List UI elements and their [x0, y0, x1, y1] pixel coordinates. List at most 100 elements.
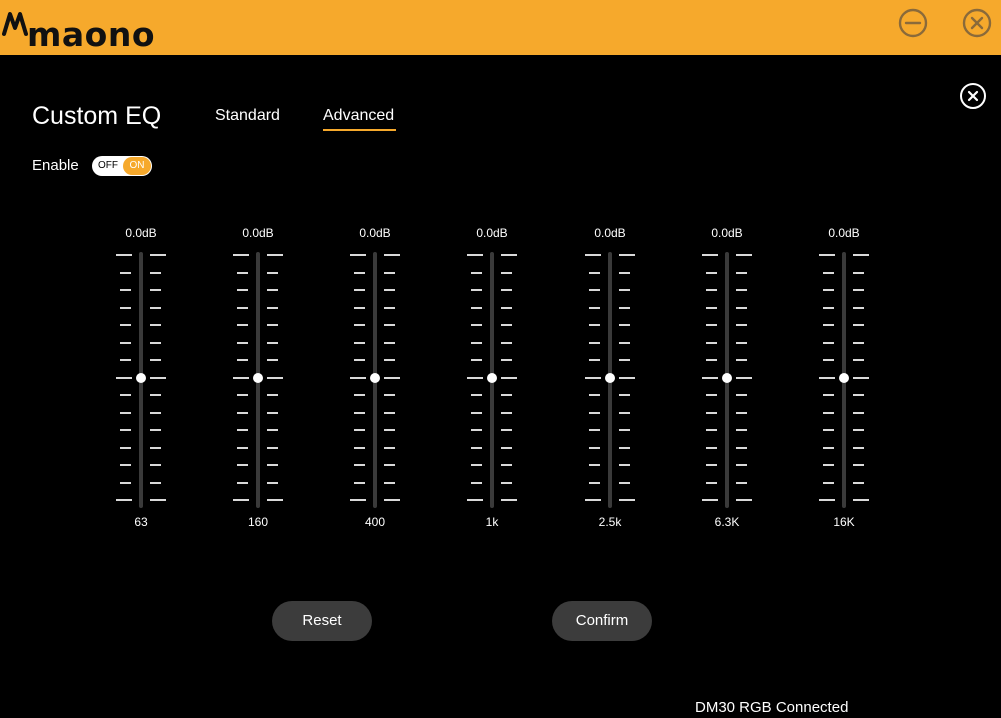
- eq-tick-mark: [619, 464, 630, 466]
- eq-band-16k: 0.0dB 16K: [804, 225, 884, 535]
- eq-slider-thumb[interactable]: [722, 373, 732, 383]
- eq-tick-mark: [150, 307, 161, 309]
- eq-tick-mark: [471, 394, 482, 396]
- eq-band-frequency: 16K: [833, 515, 855, 529]
- eq-slider[interactable]: [687, 252, 767, 510]
- eq-band-frequency: 6.3K: [714, 515, 740, 529]
- eq-tick-mark: [823, 359, 834, 361]
- eq-tick-mark: [819, 377, 835, 379]
- eq-slider[interactable]: [101, 252, 181, 510]
- eq-tick-mark: [354, 447, 365, 449]
- eq-tick-mark: [589, 464, 600, 466]
- eq-tick-mark: [116, 499, 132, 501]
- eq-tick-mark: [384, 342, 395, 344]
- eq-tick-mark: [501, 447, 512, 449]
- eq-slider-thumb[interactable]: [253, 373, 263, 383]
- eq-tick-mark: [736, 359, 747, 361]
- eq-tick-mark: [384, 377, 400, 379]
- eq-tick-mark: [585, 254, 601, 256]
- eq-tick-mark: [853, 359, 864, 361]
- eq-tick-mark: [853, 307, 864, 309]
- eq-slider-thumb[interactable]: [839, 373, 849, 383]
- eq-slider[interactable]: [218, 252, 298, 510]
- eq-tick-mark: [354, 464, 365, 466]
- eq-tick-mark: [350, 254, 366, 256]
- eq-slider[interactable]: [804, 252, 884, 510]
- eq-tick-mark: [823, 429, 834, 431]
- eq-tick-mark: [150, 377, 166, 379]
- eq-tick-mark: [619, 482, 630, 484]
- eq-tick-mark: [589, 482, 600, 484]
- eq-tick-mark: [267, 324, 278, 326]
- eq-band-value: 0.0dB: [242, 226, 274, 240]
- eq-tick-mark: [589, 429, 600, 431]
- eq-tick-mark: [823, 272, 834, 274]
- eq-slider-thumb[interactable]: [136, 373, 146, 383]
- eq-tick-mark: [589, 272, 600, 274]
- eq-tick-mark: [501, 254, 517, 256]
- eq-tick-mark: [267, 482, 278, 484]
- eq-tick-mark: [706, 394, 717, 396]
- eq-slider-thumb[interactable]: [487, 373, 497, 383]
- eq-tick-mark: [589, 447, 600, 449]
- eq-tick-mark: [736, 342, 747, 344]
- eq-tick-mark: [384, 412, 395, 414]
- eq-band-400: 0.0dB 400: [335, 225, 415, 535]
- eq-tick-mark: [736, 254, 752, 256]
- eq-tick-mark: [120, 447, 131, 449]
- eq-tick-mark: [619, 307, 630, 309]
- eq-tick-mark: [589, 342, 600, 344]
- eq-tick-mark: [501, 499, 517, 501]
- eq-tick-mark: [384, 482, 395, 484]
- eq-tick-mark: [120, 412, 131, 414]
- eq-tick-mark: [471, 307, 482, 309]
- eq-tick-mark: [150, 272, 161, 274]
- eq-slider-thumb[interactable]: [370, 373, 380, 383]
- eq-tick-mark: [589, 289, 600, 291]
- eq-tick-mark: [589, 359, 600, 361]
- eq-tick-mark: [619, 272, 630, 274]
- eq-tick-mark: [706, 342, 717, 344]
- confirm-button[interactable]: Confirm: [552, 601, 652, 641]
- eq-tick-mark: [267, 447, 278, 449]
- eq-band-value: 0.0dB: [476, 226, 508, 240]
- eq-tick-mark: [471, 447, 482, 449]
- eq-tick-mark: [384, 359, 395, 361]
- eq-tick-mark: [237, 307, 248, 309]
- eq-tick-mark: [501, 324, 512, 326]
- eq-tick-mark: [120, 429, 131, 431]
- eq-tick-mark: [501, 272, 512, 274]
- eq-band-2.5k: 0.0dB 2.5k: [570, 225, 650, 535]
- eq-tick-mark: [471, 324, 482, 326]
- eq-slider[interactable]: [570, 252, 650, 510]
- eq-band-value: 0.0dB: [828, 226, 860, 240]
- eq-tick-mark: [501, 359, 512, 361]
- eq-tick-mark: [702, 377, 718, 379]
- eq-tick-mark: [467, 377, 483, 379]
- eq-tick-mark: [589, 394, 600, 396]
- eq-tick-mark: [233, 377, 249, 379]
- eq-tick-mark: [150, 412, 161, 414]
- eq-band-frequency: 2.5k: [598, 515, 622, 529]
- eq-slider-thumb[interactable]: [605, 373, 615, 383]
- eq-tick-mark: [150, 447, 161, 449]
- eq-slider[interactable]: [335, 252, 415, 510]
- eq-tick-mark: [853, 394, 864, 396]
- eq-band-63: 0.0dB 63: [101, 225, 181, 535]
- eq-tick-mark: [354, 307, 365, 309]
- eq-band-frequency: 1k: [485, 515, 499, 529]
- eq-slider[interactable]: [452, 252, 532, 510]
- eq-tick-mark: [116, 377, 132, 379]
- eq-tick-mark: [267, 429, 278, 431]
- eq-tick-mark: [471, 272, 482, 274]
- eq-tick-mark: [120, 324, 131, 326]
- eq-tick-mark: [823, 342, 834, 344]
- eq-tick-mark: [706, 289, 717, 291]
- eq-tick-mark: [150, 289, 161, 291]
- eq-tick-mark: [501, 482, 512, 484]
- eq-tick-mark: [736, 464, 747, 466]
- eq-tick-mark: [237, 342, 248, 344]
- reset-button[interactable]: Reset: [272, 601, 372, 641]
- eq-band-6.3k: 0.0dB 6.3K: [687, 225, 767, 535]
- eq-tick-mark: [619, 412, 630, 414]
